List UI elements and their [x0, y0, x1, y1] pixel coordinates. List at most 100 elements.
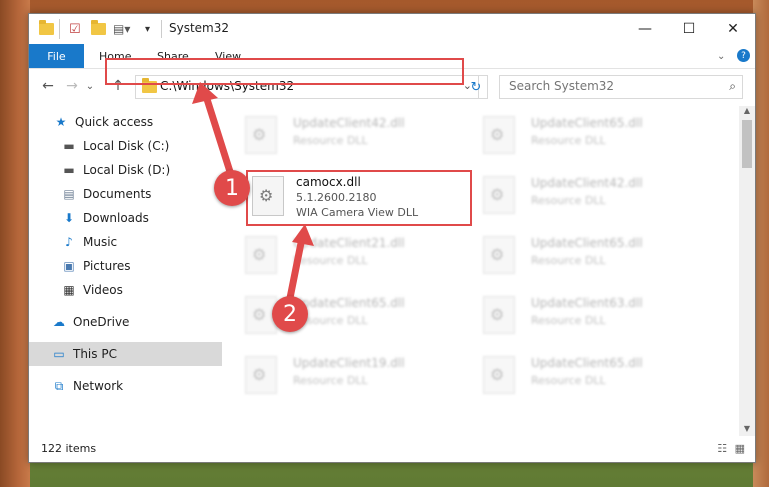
highlighted-file-camocx[interactable]: camocx.dll 5.1.2600.2180 WIA Camera View… [246, 170, 472, 226]
sidebar-item-label: Local Disk (C:) [83, 139, 170, 153]
help-icon[interactable]: ? [737, 49, 750, 62]
pictures-icon: ▣ [63, 259, 75, 273]
close-button[interactable]: ✕ [711, 14, 755, 44]
file-name: UpdateClient42.dll [293, 116, 405, 130]
file-type: Resource DLL [531, 254, 606, 267]
computer-icon: ▭ [53, 347, 65, 361]
sidebar-item-label: Local Disk (D:) [83, 163, 171, 177]
title-separator [59, 19, 60, 39]
details-view-icon[interactable]: ☷ [717, 442, 727, 455]
file-name: UpdateClient19.dll [293, 356, 405, 370]
search-icon[interactable]: ⌕ [729, 79, 736, 94]
sidebar-item-label: This PC [73, 347, 117, 361]
large-icons-view-icon[interactable]: ▦ [735, 442, 745, 455]
list-item[interactable]: UpdateClient42.dll Resource DLL [463, 170, 693, 218]
search-box[interactable]: ⌕ [499, 75, 743, 99]
file-name: UpdateClient65.dll [531, 116, 643, 130]
file-name: UpdateClient65.dll [531, 356, 643, 370]
scroll-down-icon[interactable]: ▼ [739, 424, 755, 436]
search-input[interactable] [500, 76, 719, 96]
desktop-background-left [0, 0, 30, 487]
forward-button[interactable]: → [63, 77, 81, 95]
file-type: Resource DLL [531, 374, 606, 387]
dll-file-icon [483, 116, 515, 154]
back-button[interactable]: ← [39, 77, 57, 95]
properties-icon[interactable]: ☑ [69, 20, 81, 38]
network-icon: ⧉ [54, 378, 64, 393]
sidebar-item-label: Downloads [83, 211, 149, 225]
scrollbar-thumb[interactable] [742, 120, 752, 168]
list-item[interactable]: UpdateClient65.dll Resource DLL [463, 110, 693, 158]
file-type: Resource DLL [293, 374, 368, 387]
file-version: 5.1.2600.2180 [296, 191, 377, 204]
sidebar-item-label: Music [83, 235, 118, 249]
status-bar: 122 items ☷ ▦ [29, 436, 755, 462]
scroll-up-icon[interactable]: ▲ [739, 106, 755, 118]
step-marker-1: 1 [214, 170, 250, 206]
file-name: UpdateClient63.dll [531, 296, 643, 310]
music-icon: ♪ [65, 235, 73, 249]
maximize-button[interactable]: ☐ [667, 14, 711, 44]
list-item[interactable]: UpdateClient19.dll Resource DLL [225, 350, 455, 398]
customize-quick-access-icon[interactable]: ▤▾ [113, 20, 130, 38]
videos-icon: ▦ [63, 283, 75, 297]
address-highlight-box [105, 58, 464, 85]
sidebar-item-label: Quick access [75, 115, 154, 129]
dll-file-icon [483, 296, 515, 334]
documents-icon: ▤ [63, 187, 75, 201]
file-description: WIA Camera View DLL [296, 206, 419, 219]
file-name: UpdateClient21.dll [293, 236, 405, 250]
tab-file[interactable]: File [29, 44, 84, 68]
file-type: Resource DLL [293, 254, 368, 267]
sidebar-item-pictures[interactable]: ▣ Pictures 📌 [29, 254, 256, 278]
file-name: camocx.dll [296, 175, 361, 189]
list-item[interactable]: UpdateClient65.dll Resource DLL [463, 230, 693, 278]
file-name: UpdateClient65.dll [293, 296, 405, 310]
sidebar-item-music[interactable]: ♪ Music 📌 [29, 230, 256, 254]
file-type: Resource DLL [293, 134, 368, 147]
drive-icon: ▬ [63, 163, 75, 177]
sidebar-item-downloads[interactable]: ⬇ Downloads 📌 [29, 206, 256, 230]
file-name: UpdateClient65.dll [531, 236, 643, 250]
recent-locations-button[interactable]: ⌄ [81, 77, 99, 95]
sidebar-item-label: Network [73, 379, 124, 393]
list-item[interactable]: UpdateClient65.dll Resource DLL [463, 350, 693, 398]
cloud-icon: ☁ [53, 315, 65, 329]
folder-icon [39, 20, 54, 38]
download-icon: ⬇ [63, 211, 75, 225]
sidebar-item-label: Pictures [83, 259, 131, 273]
sidebar-item-onedrive[interactable]: ☁ OneDrive [29, 310, 246, 334]
view-toggle[interactable]: ☷ ▦ [717, 442, 745, 455]
dll-file-icon [245, 116, 277, 154]
file-type: Resource DLL [531, 314, 606, 327]
sidebar-item-this-pc[interactable]: ▭ This PC [29, 342, 222, 366]
item-count: 122 items [41, 442, 97, 455]
quick-access-dropdown-icon[interactable]: ▾ [145, 20, 150, 38]
sidebar-item-videos[interactable]: ▦ Videos 📌 [29, 278, 256, 302]
refresh-button[interactable]: ↻ [465, 75, 488, 99]
new-folder-icon[interactable] [91, 20, 106, 38]
file-type: Resource DLL [531, 194, 606, 207]
sidebar-item-quick-access[interactable]: ★ Quick access [29, 110, 248, 134]
minimize-button[interactable]: — [623, 14, 667, 44]
star-icon: ★ [55, 115, 67, 129]
step-marker-2: 2 [272, 296, 308, 332]
sidebar-item-local-disk-c[interactable]: ▬ Local Disk (C:) 📌 [29, 134, 256, 158]
sidebar-item-label: OneDrive [73, 315, 130, 329]
list-item[interactable]: UpdateClient21.dll Resource DLL [225, 230, 455, 278]
list-item[interactable]: UpdateClient65.dll Resource DLL [225, 290, 455, 338]
dll-file-icon [483, 236, 515, 274]
dll-file-icon [252, 176, 284, 216]
file-type: Resource DLL [531, 134, 606, 147]
list-item[interactable]: UpdateClient63.dll Resource DLL [463, 290, 693, 338]
expand-ribbon-icon[interactable]: ⌄ [717, 44, 725, 68]
vertical-scrollbar[interactable]: ▲ ▼ [739, 106, 755, 436]
file-name: UpdateClient42.dll [531, 176, 643, 190]
drive-icon: ▬ [63, 139, 75, 153]
window-title: System32 [169, 21, 230, 35]
sidebar-item-label: Documents [83, 187, 152, 201]
dll-file-icon [483, 356, 515, 394]
list-item[interactable]: UpdateClient42.dll Resource DLL [225, 110, 455, 158]
sidebar-item-network[interactable]: ⧉ Network [29, 374, 246, 398]
file-list: UpdateClient42.dll Resource DLL UpdateCl… [225, 106, 739, 436]
